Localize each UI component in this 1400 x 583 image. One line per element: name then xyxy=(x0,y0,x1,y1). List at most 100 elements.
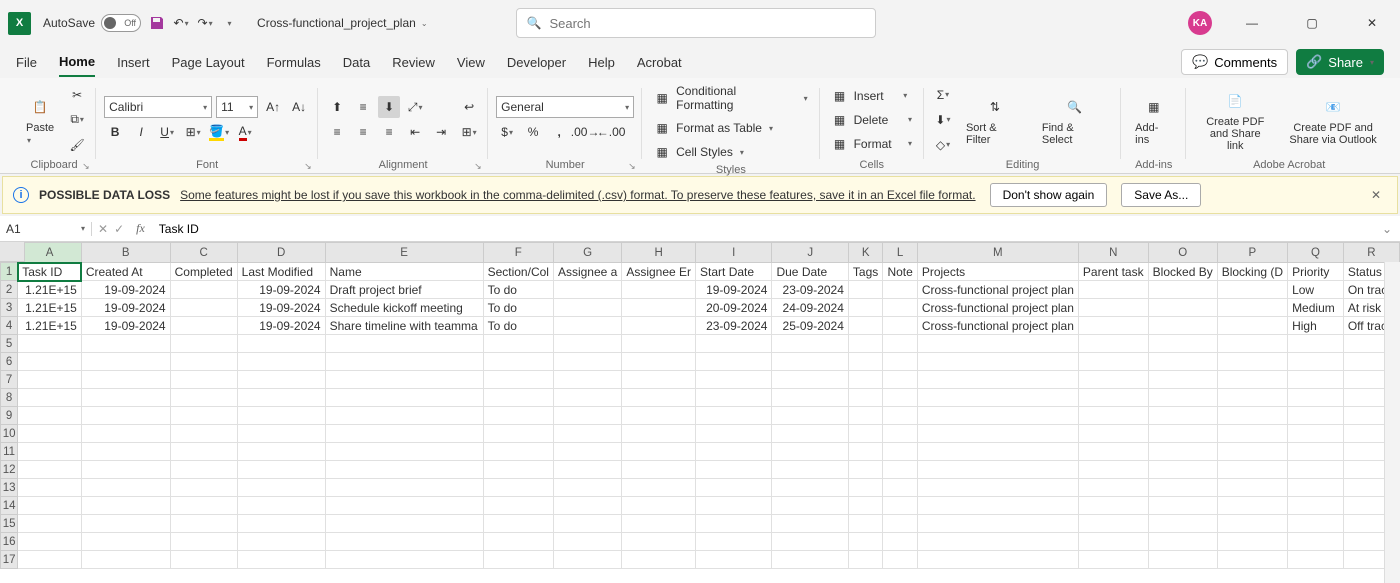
cell-L7[interactable] xyxy=(883,371,917,389)
cell-K3[interactable] xyxy=(848,299,883,317)
cell-N11[interactable] xyxy=(1078,443,1148,461)
cell-C5[interactable] xyxy=(170,335,237,353)
cell-H3[interactable] xyxy=(622,299,696,317)
increase-indent-icon[interactable]: ⇥ xyxy=(430,121,452,143)
cell-J13[interactable] xyxy=(772,479,848,497)
cell-N1[interactable]: Parent task xyxy=(1078,263,1148,281)
cell-Q17[interactable] xyxy=(1288,551,1344,569)
addins-button[interactable]: ▦ Add-ins xyxy=(1129,92,1178,148)
cell-M15[interactable] xyxy=(917,515,1078,533)
cell-M13[interactable] xyxy=(917,479,1078,497)
cell-Q5[interactable] xyxy=(1288,335,1344,353)
col-header-J[interactable]: J xyxy=(772,243,848,263)
cell-D12[interactable] xyxy=(237,461,325,479)
insert-cells-button[interactable]: ▦Insert ▾ xyxy=(828,86,916,106)
cell-N10[interactable] xyxy=(1078,425,1148,443)
cell-J3[interactable]: 24-09-2024 xyxy=(772,299,848,317)
cell-A6[interactable] xyxy=(18,353,82,371)
fill-color-button[interactable]: 🪣▾ xyxy=(208,121,230,143)
cell-B6[interactable] xyxy=(81,353,170,371)
cell-A13[interactable] xyxy=(18,479,82,497)
cell-G4[interactable] xyxy=(553,317,621,335)
row-header-7[interactable]: 7 xyxy=(1,371,18,389)
orientation-icon[interactable]: ⤢▾ xyxy=(404,96,426,118)
cell-Q3[interactable]: Medium xyxy=(1288,299,1344,317)
cell-P7[interactable] xyxy=(1217,371,1287,389)
cell-A10[interactable] xyxy=(18,425,82,443)
cell-Q6[interactable] xyxy=(1288,353,1344,371)
cell-F15[interactable] xyxy=(483,515,553,533)
cell-A11[interactable] xyxy=(18,443,82,461)
cell-H7[interactable] xyxy=(622,371,696,389)
cell-Q16[interactable] xyxy=(1288,533,1344,551)
cell-I6[interactable] xyxy=(696,353,772,371)
row-header-2[interactable]: 2 xyxy=(1,281,18,299)
cell-B9[interactable] xyxy=(81,407,170,425)
cell-B3[interactable]: 19-09-2024 xyxy=(81,299,170,317)
cell-C8[interactable] xyxy=(170,389,237,407)
row-header-13[interactable]: 13 xyxy=(1,479,18,497)
cell-C10[interactable] xyxy=(170,425,237,443)
close-warning-icon[interactable]: ✕ xyxy=(1365,188,1387,202)
cell-H13[interactable] xyxy=(622,479,696,497)
warning-msg[interactable]: Some features might be lost if you save … xyxy=(180,188,975,202)
cell-N13[interactable] xyxy=(1078,479,1148,497)
cell-P15[interactable] xyxy=(1217,515,1287,533)
cell-K17[interactable] xyxy=(848,551,883,569)
cell-D8[interactable] xyxy=(237,389,325,407)
cell-G11[interactable] xyxy=(553,443,621,461)
align-middle-icon[interactable]: ≡ xyxy=(352,96,374,118)
align-left-icon[interactable]: ≡ xyxy=(326,121,348,143)
cell-A3[interactable]: 1.21E+15 xyxy=(18,299,82,317)
tab-developer[interactable]: Developer xyxy=(507,49,566,76)
cell-A17[interactable] xyxy=(18,551,82,569)
cell-P5[interactable] xyxy=(1217,335,1287,353)
cell-M9[interactable] xyxy=(917,407,1078,425)
cut-icon[interactable]: ✂ xyxy=(66,84,88,106)
create-pdf-share-button[interactable]: 📄 Create PDF and Share link xyxy=(1194,86,1276,154)
cell-L10[interactable] xyxy=(883,425,917,443)
cell-C3[interactable] xyxy=(170,299,237,317)
cell-K7[interactable] xyxy=(848,371,883,389)
cell-H2[interactable] xyxy=(622,281,696,299)
cell-E1[interactable]: Name xyxy=(325,263,483,281)
cell-K15[interactable] xyxy=(848,515,883,533)
cell-I16[interactable] xyxy=(696,533,772,551)
cell-B14[interactable] xyxy=(81,497,170,515)
cell-O8[interactable] xyxy=(1148,389,1217,407)
increase-decimal-icon[interactable]: .00→ xyxy=(574,121,596,143)
merge-button[interactable]: ⊞▾ xyxy=(458,121,480,143)
cell-J12[interactable] xyxy=(772,461,848,479)
cell-E16[interactable] xyxy=(325,533,483,551)
cell-H17[interactable] xyxy=(622,551,696,569)
cell-P13[interactable] xyxy=(1217,479,1287,497)
row-header-9[interactable]: 9 xyxy=(1,407,18,425)
cell-C12[interactable] xyxy=(170,461,237,479)
cell-O9[interactable] xyxy=(1148,407,1217,425)
cell-D10[interactable] xyxy=(237,425,325,443)
cell-P2[interactable] xyxy=(1217,281,1287,299)
col-header-E[interactable]: E xyxy=(325,243,483,263)
cell-styles-button[interactable]: ▦Cell Styles▾ xyxy=(650,142,811,162)
cell-D1[interactable]: Last Modified xyxy=(237,263,325,281)
cell-L1[interactable]: Note xyxy=(883,263,917,281)
cell-J2[interactable]: 23-09-2024 xyxy=(772,281,848,299)
cell-J11[interactable] xyxy=(772,443,848,461)
cell-K16[interactable] xyxy=(848,533,883,551)
cell-M8[interactable] xyxy=(917,389,1078,407)
col-header-B[interactable]: B xyxy=(81,243,170,263)
cell-A16[interactable] xyxy=(18,533,82,551)
row-header-12[interactable]: 12 xyxy=(1,461,18,479)
cell-K11[interactable] xyxy=(848,443,883,461)
cell-F7[interactable] xyxy=(483,371,553,389)
cell-H10[interactable] xyxy=(622,425,696,443)
sort-filter-button[interactable]: ⇅ Sort & Filter xyxy=(960,92,1030,148)
cell-I4[interactable]: 23-09-2024 xyxy=(696,317,772,335)
cell-O6[interactable] xyxy=(1148,353,1217,371)
cell-F11[interactable] xyxy=(483,443,553,461)
format-painter-icon[interactable]: 🖌 xyxy=(66,134,88,156)
cell-C6[interactable] xyxy=(170,353,237,371)
cell-L17[interactable] xyxy=(883,551,917,569)
col-header-O[interactable]: O xyxy=(1148,243,1217,263)
align-right-icon[interactable]: ≡ xyxy=(378,121,400,143)
